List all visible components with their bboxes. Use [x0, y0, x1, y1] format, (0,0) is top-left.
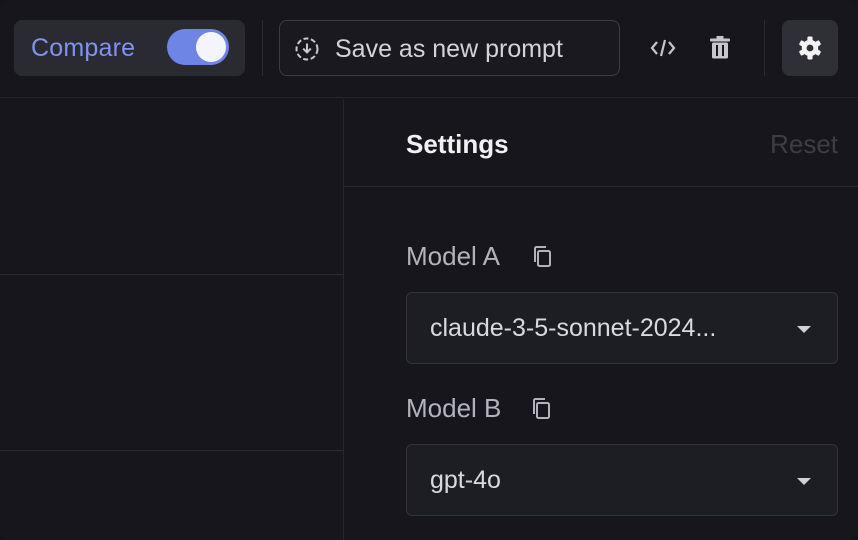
compare-panel: [0, 99, 343, 540]
settings-header: Settings Reset: [344, 99, 858, 187]
row-divider: [0, 450, 343, 451]
download-circle-icon: [295, 37, 319, 61]
model-a-value: claude-3-5-sonnet-2024...: [430, 314, 717, 342]
compare-toggle-control[interactable]: Compare: [14, 20, 245, 76]
toggle-knob: [196, 32, 226, 62]
model-a-label: Model A: [406, 241, 500, 271]
reset-button[interactable]: Reset: [770, 129, 838, 160]
code-icon: [650, 39, 676, 57]
trash-icon: [710, 36, 730, 59]
save-label: Save as new prompt: [335, 35, 563, 63]
copy-icon[interactable]: [530, 244, 556, 270]
gear-icon: [799, 36, 821, 60]
settings-button[interactable]: [782, 20, 838, 76]
row-divider: [0, 274, 343, 275]
toolbar-divider: [764, 20, 765, 76]
app-window: Compare Save as new prompt Settings Rese…: [0, 0, 858, 540]
toolbar-divider: [262, 20, 263, 76]
settings-title: Settings: [406, 129, 509, 159]
chevron-down-icon: [797, 478, 811, 485]
model-b-select[interactable]: gpt-4o: [406, 444, 838, 516]
model-a-select[interactable]: claude-3-5-sonnet-2024...: [406, 292, 838, 364]
settings-panel: Settings Reset Model A claude-3-5-sonnet…: [344, 99, 858, 540]
compare-toggle-switch[interactable]: [167, 29, 229, 65]
delete-button[interactable]: [700, 28, 740, 68]
model-b-value: gpt-4o: [430, 466, 501, 494]
copy-icon[interactable]: [529, 396, 555, 422]
compare-label: Compare: [31, 34, 136, 62]
save-as-new-prompt-button[interactable]: Save as new prompt: [279, 20, 620, 76]
chevron-down-icon: [797, 326, 811, 333]
toolbar: Compare Save as new prompt: [0, 0, 858, 98]
model-b-label: Model B: [406, 393, 502, 423]
view-code-button[interactable]: [643, 28, 683, 68]
